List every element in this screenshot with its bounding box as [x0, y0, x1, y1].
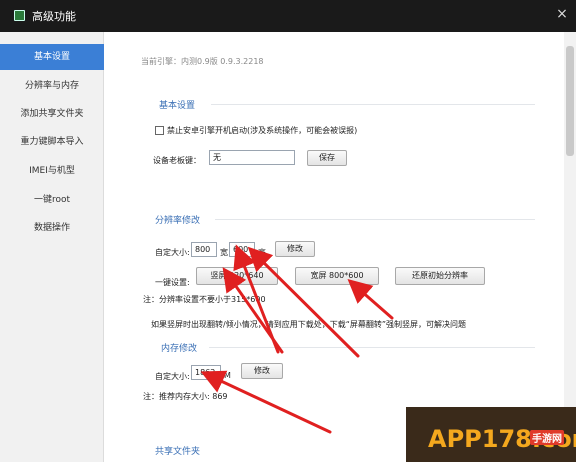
watermark-tag: 手游网 — [530, 430, 564, 445]
scrollbar[interactable] — [564, 32, 576, 462]
close-icon[interactable]: × — [552, 4, 572, 24]
section-title-resolution: 分辨率修改 — [155, 216, 201, 226]
boss-key-label: 设备老板键： — [153, 156, 201, 165]
onekey-label: 一键设置: — [155, 278, 190, 287]
memory-note: 注：推荐内存大小: 869 — [143, 392, 228, 401]
window-title: 高级功能 — [32, 10, 76, 23]
section-divider — [211, 104, 535, 105]
sidebar-item-data-ops[interactable]: 数据操作 — [0, 215, 104, 241]
app-icon — [14, 10, 25, 21]
site-watermark: APP178.com 手游网 — [406, 407, 576, 462]
sidebar-item-basic-settings[interactable]: 基本设置 — [0, 44, 104, 70]
disable-autostart-label: 禁止安卓引擎开机启动(涉及系统操作，可能会被误报) — [167, 126, 358, 135]
memory-custom-label: 自定大小: — [155, 372, 190, 381]
memory-unit-label: M — [224, 371, 231, 380]
section-title-memory: 内存修改 — [161, 344, 198, 354]
memory-size-input[interactable]: 1862 — [191, 365, 221, 380]
scroll-thumb[interactable] — [566, 46, 574, 156]
height-unit-label: 高 — [258, 248, 266, 257]
sidebar-item-resolution-memory[interactable]: 分辨率与内存 — [0, 73, 104, 99]
portrait-preset-button[interactable]: 竖屏 320*640 — [196, 267, 278, 285]
sidebar-item-gravity-script[interactable]: 重力键脚本导入 — [0, 129, 104, 155]
resolution-note: 注：分辨率设置不要小于315*600 — [143, 295, 266, 304]
section-title-basic: 基本设置 — [159, 101, 196, 111]
boss-key-input[interactable]: 无 — [209, 150, 295, 165]
resolution-width-input[interactable]: 800 — [191, 242, 217, 257]
resolution-modify-button[interactable]: 修改 — [275, 241, 315, 257]
sidebar-item-root[interactable]: 一键root — [0, 187, 104, 213]
rotation-tip: 如果竖屏时出现翻转/倾小情况，请到应用下载处，下载“屏幕翻转”强制竖屏，可解决问… — [151, 320, 466, 329]
resolution-custom-label: 自定大小: — [155, 248, 190, 257]
section-divider — [209, 347, 535, 348]
settings-panel: 当前引擎：内测0.9版 0.9.3.2218 基本设置 禁止安卓引擎开机启动(涉… — [105, 32, 561, 462]
section-title-shared: 共享文件夹 — [155, 447, 201, 457]
sidebar-item-shared-folder[interactable]: 添加共享文件夹 — [0, 101, 104, 127]
memory-modify-button[interactable]: 修改 — [241, 363, 283, 379]
save-button[interactable]: 保存 — [307, 150, 347, 166]
engine-version: 当前引擎：内测0.9版 0.9.3.2218 — [141, 57, 264, 66]
section-divider — [215, 219, 535, 220]
restore-resolution-button[interactable]: 还原初始分辨率 — [395, 267, 485, 285]
sidebar-item-imei-model[interactable]: IMEI与机型 — [0, 158, 104, 184]
title-bar: 高级功能 × — [0, 0, 576, 32]
width-unit-label: 宽 — [220, 248, 228, 257]
sidebar: 基本设置 分辨率与内存 添加共享文件夹 重力键脚本导入 IMEI与机型 一键ro… — [0, 32, 104, 462]
landscape-preset-button[interactable]: 宽屏 800*600 — [295, 267, 379, 285]
disable-autostart-checkbox[interactable] — [155, 126, 164, 135]
resolution-height-input[interactable]: 600 — [229, 242, 255, 257]
